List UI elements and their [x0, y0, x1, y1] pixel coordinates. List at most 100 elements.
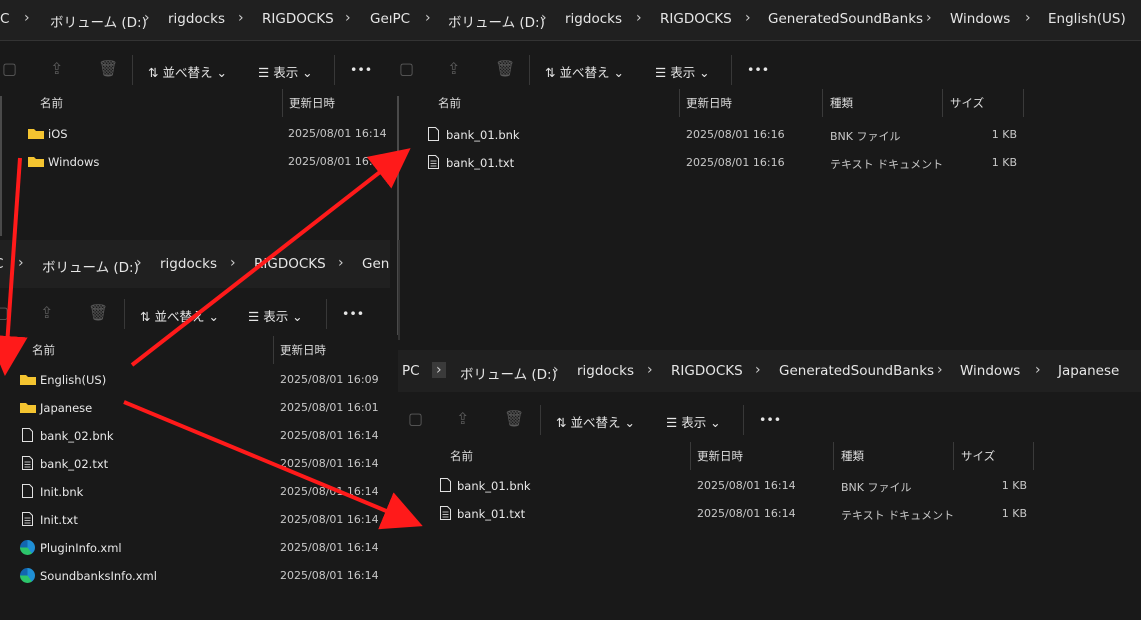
- list-item[interactable]: Init.bnk 2025/08/01 16:14: [0, 478, 390, 506]
- list-item[interactable]: bank_02.txt 2025/08/01 16:14: [0, 450, 390, 478]
- column-type[interactable]: 種類: [841, 448, 864, 464]
- address-bar[interactable]: C › ボリューム (D:) › rigdocks › RIGDOCKS › G…: [0, 0, 1141, 40]
- breadcrumb-item[interactable]: C: [0, 11, 9, 27]
- divider: [731, 55, 732, 85]
- view-button[interactable]: ☰ 表示 ⌄: [666, 412, 721, 431]
- column-modified[interactable]: 更新日時: [280, 342, 326, 358]
- breadcrumb-item[interactable]: GeneratedSoundBanks: [779, 363, 934, 379]
- item-name: Init.bnk: [40, 485, 84, 499]
- list-item[interactable]: English(US) 2025/08/01 16:09: [0, 366, 390, 394]
- list-item[interactable]: bank_01.bnk 2025/08/01 16:14 BNK ファイル 1 …: [398, 472, 1141, 500]
- column-header: 名前 更新日時 種類 サイズ: [398, 442, 1141, 470]
- sort-button[interactable]: ⇅ 並べ替え ⌄: [556, 412, 635, 431]
- list-item[interactable]: bank_02.bnk 2025/08/01 16:14: [0, 422, 390, 450]
- item-name: bank_02.bnk: [40, 429, 114, 443]
- column-header: 名前 更新日時 種類 サイズ: [397, 89, 1141, 117]
- breadcrumb-item[interactable]: Gene: [362, 256, 390, 272]
- breadcrumb-item[interactable]: rigdocks: [565, 11, 622, 27]
- file-icon: [22, 484, 33, 498]
- column-size[interactable]: サイズ: [950, 95, 984, 111]
- breadcrumb-item[interactable]: ボリューム (D:): [448, 11, 545, 31]
- address-bar[interactable]: C › ボリューム (D:) › rigdocks › RIGDOCKS › G…: [0, 240, 390, 288]
- breadcrumb-item[interactable]: GeıPC: [370, 11, 410, 27]
- column-modified[interactable]: 更新日時: [686, 95, 732, 111]
- column-size[interactable]: サイズ: [961, 448, 995, 464]
- column-name[interactable]: 名前: [40, 95, 63, 111]
- delete-icon[interactable]: 🗑: [495, 59, 515, 78]
- rename-icon[interactable]: ▢: [408, 409, 423, 428]
- item-name: bank_01.bnk: [446, 128, 520, 142]
- breadcrumb-item[interactable]: rigdocks: [168, 11, 225, 27]
- item-type: BNK ファイル: [830, 130, 901, 143]
- breadcrumb-item[interactable]: RIGDOCKS: [671, 363, 743, 379]
- breadcrumb-item[interactable]: Windows: [960, 363, 1020, 379]
- more-button[interactable]: •••: [342, 306, 364, 321]
- breadcrumb-item[interactable]: rigdocks: [577, 363, 634, 379]
- rename-icon[interactable]: ▢: [2, 59, 17, 78]
- delete-icon[interactable]: 🗑: [504, 409, 524, 428]
- breadcrumb-item[interactable]: GeneratedSoundBanks: [768, 11, 923, 27]
- breadcrumb-item[interactable]: Japanese: [1058, 363, 1119, 379]
- column-modified[interactable]: 更新日時: [697, 448, 743, 464]
- folder-icon: [28, 127, 44, 139]
- breadcrumb-item[interactable]: Windows: [950, 11, 1010, 27]
- address-bar[interactable]: PC › ボリューム (D:) › rigdocks › RIGDOCKS › …: [398, 350, 1141, 392]
- view-label: 表示: [263, 309, 289, 324]
- column-name[interactable]: 名前: [450, 448, 473, 464]
- more-button[interactable]: •••: [747, 62, 769, 77]
- share-icon[interactable]: ⇪: [40, 303, 53, 322]
- share-icon[interactable]: ⇪: [447, 59, 460, 78]
- list-item[interactable]: Windows 2025/08/01 16:14: [0, 148, 390, 176]
- chevron-right-icon: ›: [238, 10, 244, 26]
- scrollbar[interactable]: [0, 96, 2, 236]
- list-item[interactable]: bank_01.bnk 2025/08/01 16:16 BNK ファイル 1 …: [397, 121, 1141, 149]
- sort-button[interactable]: ⇅ 並べ替え ⌄: [545, 62, 624, 81]
- item-modified: 2025/08/01 16:14: [697, 479, 796, 492]
- delete-icon[interactable]: 🗑: [88, 303, 108, 322]
- chevron-right-icon: ›: [24, 10, 30, 26]
- more-button[interactable]: •••: [759, 412, 781, 427]
- breadcrumb-item[interactable]: English(US): [1048, 11, 1126, 27]
- breadcrumb-item[interactable]: RIGDOCKS: [262, 11, 334, 27]
- list-item[interactable]: bank_01.txt 2025/08/01 16:16 テキスト ドキュメント…: [397, 149, 1141, 177]
- view-button[interactable]: ☰ 表示 ⌄: [655, 62, 710, 81]
- breadcrumb-item[interactable]: RIGDOCKS: [660, 11, 732, 27]
- breadcrumb-item[interactable]: RIGDOCKS: [254, 256, 326, 272]
- column-type[interactable]: 種類: [830, 95, 853, 111]
- item-modified: 2025/08/01 16:14: [280, 541, 379, 554]
- list-item[interactable]: iOS 2025/08/01 16:14: [0, 120, 390, 148]
- breadcrumb-item[interactable]: ボリューム (D:): [50, 11, 147, 31]
- column-name[interactable]: 名前: [438, 95, 461, 111]
- column-modified[interactable]: 更新日時: [289, 95, 335, 111]
- list-item[interactable]: bank_01.txt 2025/08/01 16:14 テキスト ドキュメント…: [398, 500, 1141, 528]
- view-button[interactable]: ☰ 表示 ⌄: [258, 62, 313, 81]
- list-item[interactable]: Init.txt 2025/08/01 16:14: [0, 506, 390, 534]
- more-button[interactable]: •••: [350, 62, 372, 77]
- share-icon[interactable]: ⇪: [456, 409, 469, 428]
- list-item[interactable]: SoundbanksInfo.xml 2025/08/01 16:14: [0, 562, 390, 590]
- column-name[interactable]: 名前: [32, 342, 55, 358]
- list-item[interactable]: Japanese 2025/08/01 16:01: [0, 394, 390, 422]
- delete-icon[interactable]: 🗑: [98, 59, 118, 78]
- view-button[interactable]: ☰ 表示 ⌄: [248, 306, 303, 325]
- chevron-right-icon: ›: [18, 255, 24, 271]
- breadcrumb-item[interactable]: ボリューム (D:): [460, 363, 557, 383]
- item-modified: 2025/08/01 16:14: [280, 429, 379, 442]
- rename-icon[interactable]: ▢: [399, 59, 414, 78]
- sort-button[interactable]: ⇅ 並べ替え ⌄: [148, 62, 227, 81]
- list-item[interactable]: PluginInfo.xml 2025/08/01 16:14: [0, 534, 390, 562]
- chevron-right-icon: ›: [926, 10, 932, 26]
- item-name: PluginInfo.xml: [40, 541, 122, 555]
- right-bottom-window: PC › ボリューム (D:) › rigdocks › RIGDOCKS › …: [398, 350, 1141, 620]
- breadcrumb-item[interactable]: ボリューム (D:): [42, 256, 139, 276]
- item-modified: 2025/08/01 16:14: [280, 485, 379, 498]
- sort-label: 並べ替え: [570, 415, 621, 430]
- breadcrumb-item[interactable]: PC: [402, 363, 420, 379]
- toolbar: ▢ ⇪ 🗑 ⇅ 並べ替え ⌄ ☰ 表示 ⌄ •••: [398, 394, 1141, 446]
- chevron-right-icon: ›: [745, 10, 751, 26]
- breadcrumb-item[interactable]: rigdocks: [160, 256, 217, 272]
- share-icon[interactable]: ⇪: [50, 59, 63, 78]
- item-name: bank_01.txt: [457, 507, 526, 521]
- breadcrumb-item[interactable]: C: [0, 256, 3, 272]
- sort-button[interactable]: ⇅ 並べ替え ⌄: [140, 306, 219, 325]
